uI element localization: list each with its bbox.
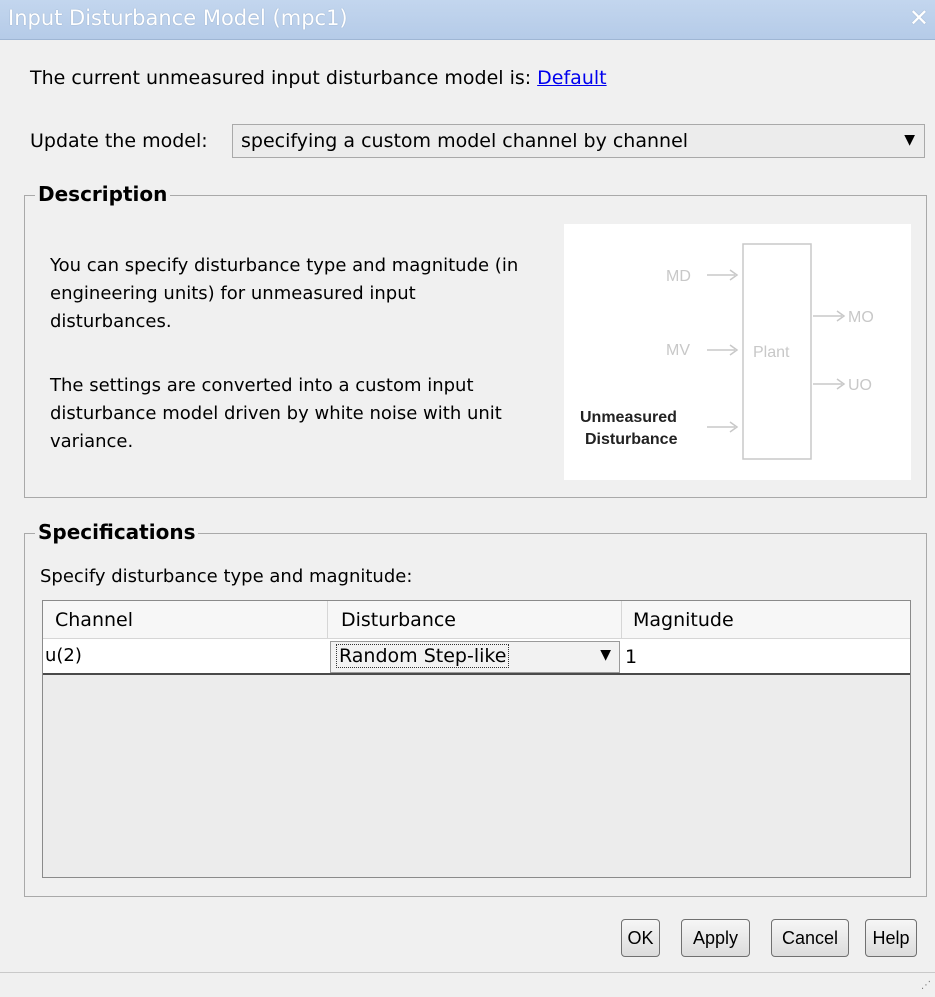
disturbance-type-value: Random Step-like (335, 644, 510, 668)
update-model-selected: specifying a custom model channel by cha… (241, 130, 689, 152)
description-legend: Description (35, 182, 171, 206)
column-header-channel[interactable]: Channel (55, 609, 133, 631)
dropdown-arrow-icon: ▼ (600, 647, 611, 663)
plant-diagram: Plant MD MV Unmeasured Disturbance MO UO (564, 224, 911, 480)
title-bar: Input Disturbance Model (mpc1) ✕ (0, 0, 935, 40)
dropdown-arrow-icon: ▼ (904, 132, 915, 148)
channel-cell: u(2) (45, 645, 82, 666)
apply-button[interactable]: Apply (681, 919, 750, 957)
close-icon[interactable]: ✕ (909, 4, 929, 32)
disturbance-table: Channel Disturbance Magnitude u(2) Rando… (42, 600, 911, 878)
specifications-group: Specifications Specify disturbance type … (24, 520, 927, 897)
column-header-magnitude[interactable]: Magnitude (633, 609, 734, 631)
column-divider[interactable] (327, 601, 328, 639)
update-model-dropdown[interactable]: specifying a custom model channel by cha… (232, 124, 925, 158)
table-header: Channel Disturbance Magnitude (43, 601, 910, 639)
description-paragraph-2: The settings are converted into a custom… (50, 375, 502, 452)
status-bar (0, 972, 935, 997)
resize-grip-icon[interactable]: ⋰ (921, 980, 931, 991)
magnitude-input[interactable] (623, 641, 908, 673)
ud-label-line2: Disturbance (585, 431, 678, 448)
table-row[interactable]: u(2) Random Step-like ▼ (43, 639, 910, 675)
ud-label-line1: Unmeasured (580, 409, 677, 426)
cancel-button[interactable]: Cancel (771, 919, 849, 957)
disturbance-type-dropdown[interactable]: Random Step-like ▼ (330, 641, 620, 673)
description-paragraph-1: You can specify disturbance type and mag… (50, 255, 519, 332)
default-model-link[interactable]: Default (537, 67, 606, 89)
plant-label: Plant (753, 344, 790, 361)
window-title: Input Disturbance Model (mpc1) (8, 6, 348, 30)
specify-label: Specify disturbance type and magnitude: (40, 566, 413, 587)
ok-button[interactable]: OK (621, 919, 660, 957)
column-header-disturbance[interactable]: Disturbance (341, 609, 456, 631)
md-label: MD (666, 268, 691, 285)
uo-label: UO (848, 377, 872, 394)
update-model-label: Update the model: (30, 130, 208, 152)
mo-label: MO (848, 309, 874, 326)
current-model-label: The current unmeasured input disturbance… (30, 67, 532, 89)
description-group: Description You can specify disturbance … (24, 182, 927, 498)
column-divider[interactable] (621, 601, 622, 639)
specifications-legend: Specifications (35, 520, 199, 544)
help-button[interactable]: Help (865, 919, 917, 957)
current-model-line: The current unmeasured input disturbance… (30, 67, 607, 89)
mv-label: MV (666, 342, 690, 359)
